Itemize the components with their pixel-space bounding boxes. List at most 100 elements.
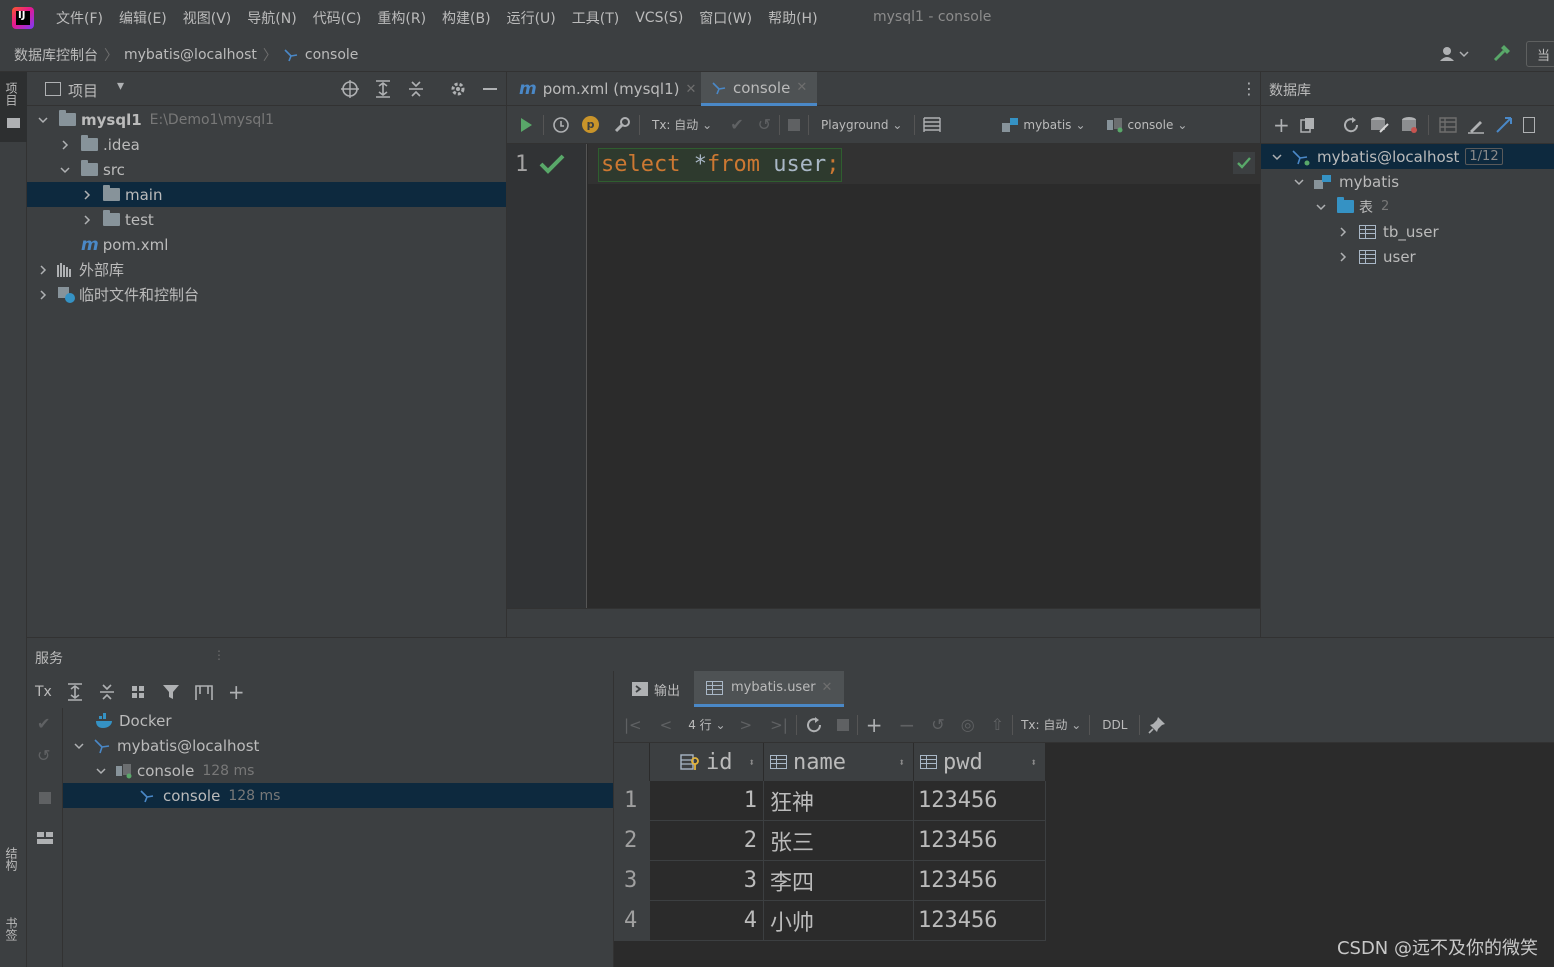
close-tab-icon[interactable]: ✕ xyxy=(685,82,696,97)
service-docker[interactable]: Docker xyxy=(63,708,613,733)
transaction-mode-dropdown[interactable]: Tx: 自动 ⌄ xyxy=(648,116,716,133)
close-tab-icon[interactable]: ✕ xyxy=(796,80,807,95)
parameters-icon[interactable]: p xyxy=(582,116,599,133)
datasource-properties-icon[interactable] xyxy=(1400,116,1418,134)
structure-tool-button[interactable]: 结构 xyxy=(0,847,27,897)
cell-name[interactable]: 张三 xyxy=(764,821,914,861)
cell-id[interactable]: 3 xyxy=(650,861,764,901)
refresh-icon[interactable] xyxy=(1342,116,1360,134)
tree-item-src[interactable]: src xyxy=(27,157,506,182)
menu-code[interactable]: 代码(C) xyxy=(313,8,362,28)
row-number[interactable]: 4 xyxy=(614,901,650,941)
tab-console[interactable]: console ✕ xyxy=(701,72,818,106)
ddl-button[interactable]: DDL xyxy=(1098,718,1131,732)
build-hammer-icon[interactable] xyxy=(1492,45,1512,63)
cell-id[interactable]: 1 xyxy=(650,781,764,821)
last-page-icon[interactable]: >| xyxy=(770,716,788,734)
project-tool-button[interactable]: 项目 xyxy=(0,72,27,142)
tab-result-mybatis-user[interactable]: mybatis.user ✕ xyxy=(694,671,845,707)
cell-pwd[interactable]: 123456 xyxy=(914,781,1046,821)
menu-vcs[interactable]: VCS(S) xyxy=(635,10,683,26)
execute-run-icon[interactable] xyxy=(517,116,535,134)
service-session[interactable]: console 128 ms xyxy=(63,758,613,783)
tree-item-mysql1[interactable]: mysql1 E:\Demo1\mysql1 xyxy=(27,107,506,132)
collapse-all-icon[interactable] xyxy=(407,80,425,98)
cell-pwd[interactable]: 123456 xyxy=(914,901,1046,941)
jump-to-console-icon[interactable] xyxy=(1495,116,1513,134)
menu-tools[interactable]: 工具(T) xyxy=(572,8,619,28)
code-editor[interactable]: select *from user; xyxy=(588,144,1261,608)
tree-item-test[interactable]: test xyxy=(27,207,506,232)
db-tree-schema[interactable]: mybatis xyxy=(1261,169,1554,194)
breadcrumb-datasource[interactable]: mybatis@localhost xyxy=(124,47,257,63)
copy-icon[interactable] xyxy=(1300,117,1316,133)
rollback-icon[interactable]: ↺ xyxy=(37,746,50,765)
menu-window[interactable]: 窗口(W) xyxy=(699,8,752,28)
row-number[interactable]: 3 xyxy=(614,861,650,901)
drag-handle[interactable]: ⋮ xyxy=(213,648,225,662)
stop-icon[interactable] xyxy=(39,792,51,804)
database-panel-title[interactable]: 数据库 xyxy=(1269,80,1311,100)
stop-icon[interactable] xyxy=(836,718,849,731)
view-dropdown-icon[interactable]: ▾ xyxy=(117,78,124,94)
cell-pwd[interactable]: 123456 xyxy=(914,821,1046,861)
sql-statement[interactable]: select *from user; xyxy=(598,148,843,182)
row-count-dropdown[interactable]: 4 行 ⌄ xyxy=(688,716,725,733)
bookmarks-tool-button[interactable]: 书签 xyxy=(0,917,27,967)
first-page-icon[interactable]: |< xyxy=(624,716,642,734)
edit-pencil-icon[interactable] xyxy=(1467,116,1485,134)
pin-tab-icon[interactable] xyxy=(1148,716,1166,734)
tree-item-scratches[interactable]: 临时文件和控制台 xyxy=(27,282,506,307)
preview-changes-icon[interactable]: ◎ xyxy=(961,715,975,734)
cell-id[interactable]: 2 xyxy=(650,821,764,861)
expand-all-icon[interactable] xyxy=(374,80,392,98)
transaction-mode-dropdown[interactable]: Tx: 自动 ⌄ xyxy=(1021,716,1081,733)
expand-all-icon[interactable] xyxy=(66,683,84,701)
db-tree-table-user[interactable]: user xyxy=(1261,244,1554,269)
collapse-all-icon[interactable] xyxy=(98,683,116,701)
add-datasource-icon[interactable]: + xyxy=(1273,113,1290,137)
sort-icon[interactable]: ⬍ xyxy=(748,756,755,769)
cell-name[interactable]: 小帅 xyxy=(764,901,914,941)
breadcrumb-console[interactable]: console xyxy=(305,47,359,63)
close-tab-icon[interactable]: ✕ xyxy=(822,680,833,695)
filter-icon[interactable] xyxy=(1522,116,1535,133)
menu-file[interactable]: 文件(F) xyxy=(56,8,103,28)
settings-wrench-icon[interactable] xyxy=(613,116,631,134)
revert-icon[interactable]: ↺ xyxy=(931,715,944,734)
menu-help[interactable]: 帮助(H) xyxy=(768,8,817,28)
stop-icon[interactable] xyxy=(788,118,800,131)
menu-refactor[interactable]: 重构(R) xyxy=(377,8,426,28)
more-tabs-icon[interactable]: ⋮ xyxy=(1241,79,1257,98)
filter-funnel-icon[interactable] xyxy=(162,683,180,701)
run-config-selector[interactable]: 当 xyxy=(1526,41,1554,67)
settings-gear-icon[interactable] xyxy=(449,80,467,98)
previous-page-icon[interactable]: < xyxy=(660,716,673,734)
menu-navigate[interactable]: 导航(N) xyxy=(247,8,296,28)
playground-dropdown[interactable]: Playground ⌄ xyxy=(817,118,906,132)
schema-selector[interactable]: mybatis ⌄ xyxy=(1001,117,1086,133)
schema-settings-icon[interactable] xyxy=(1370,116,1390,134)
tree-item-idea[interactable]: .idea xyxy=(27,132,506,157)
add-row-icon[interactable]: + xyxy=(866,713,883,737)
column-header-pwd[interactable]: pwd ⬍ xyxy=(914,743,1046,781)
sort-icon[interactable]: ⬍ xyxy=(898,756,905,769)
new-tab-icon[interactable] xyxy=(194,683,214,701)
sort-icon[interactable]: ⬍ xyxy=(1030,756,1037,769)
menu-edit[interactable]: 编辑(E) xyxy=(119,8,167,28)
cell-name[interactable]: 狂神 xyxy=(764,781,914,821)
inspection-ok-icon[interactable] xyxy=(1233,152,1255,174)
output-table-icon[interactable] xyxy=(923,116,942,134)
cell-name[interactable]: 李四 xyxy=(764,861,914,901)
db-tree-datasource[interactable]: mybatis@localhost 1/12 xyxy=(1261,144,1554,169)
hide-panel-icon[interactable] xyxy=(483,88,497,90)
breadcrumb-db-consoles[interactable]: 数据库控制台 xyxy=(14,45,98,65)
row-number[interactable]: 2 xyxy=(614,821,650,861)
locate-file-icon[interactable] xyxy=(341,80,359,98)
menu-build[interactable]: 构建(B) xyxy=(442,8,491,28)
cell-id[interactable]: 4 xyxy=(650,901,764,941)
group-by-icon[interactable] xyxy=(130,683,148,701)
column-header-name[interactable]: name ⬍ xyxy=(764,743,914,781)
db-tree-table-tb-user[interactable]: tb_user xyxy=(1261,219,1554,244)
layout-icon[interactable] xyxy=(36,830,54,846)
